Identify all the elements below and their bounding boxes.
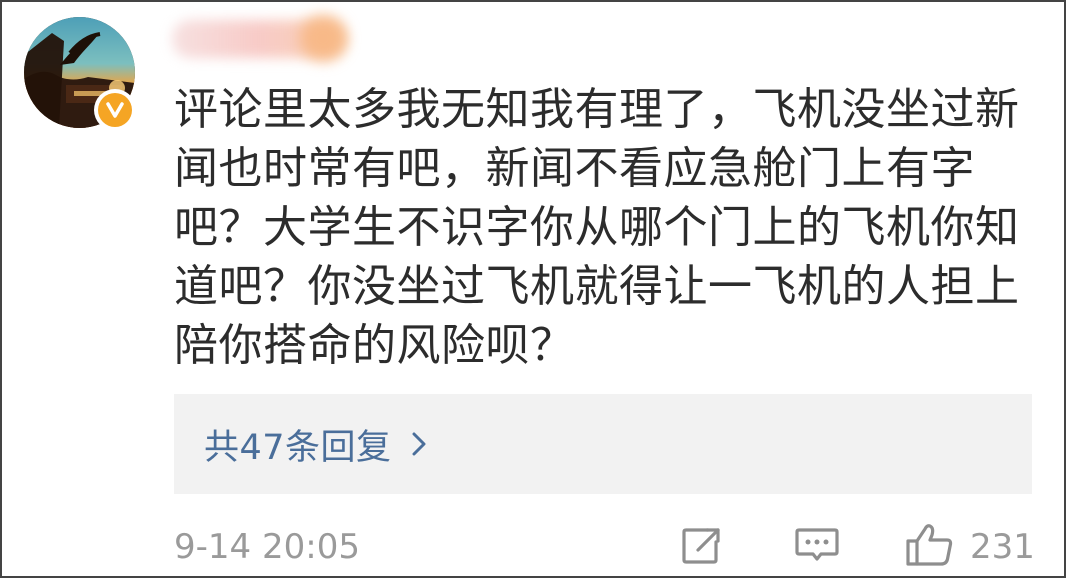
thumbs-up-icon[interactable] — [905, 523, 955, 567]
verified-v-icon — [98, 93, 132, 127]
comment-icon[interactable] — [794, 526, 840, 566]
replies-count-label: 共47条回复 — [204, 427, 392, 468]
comment-card: 评论里太多我无知我有理了，飞机没坐过新 闻也时常有吧，新闻不看应急舱门上有字 吧… — [0, 0, 1066, 578]
chevron-right-icon — [412, 432, 426, 456]
verified-badge — [94, 89, 136, 131]
view-replies-button[interactable]: 共47条回复 — [174, 394, 1032, 494]
repost-icon[interactable] — [680, 526, 724, 566]
like-count: 231 — [970, 527, 1035, 567]
comment-body: 评论里太多我无知我有理了，飞机没坐过新 闻也时常有吧，新闻不看应急舱门上有字 吧… — [174, 84, 1020, 371]
username-redacted-mark — [300, 15, 346, 61]
comment-timestamp: 9-14 20:05 — [174, 527, 360, 567]
